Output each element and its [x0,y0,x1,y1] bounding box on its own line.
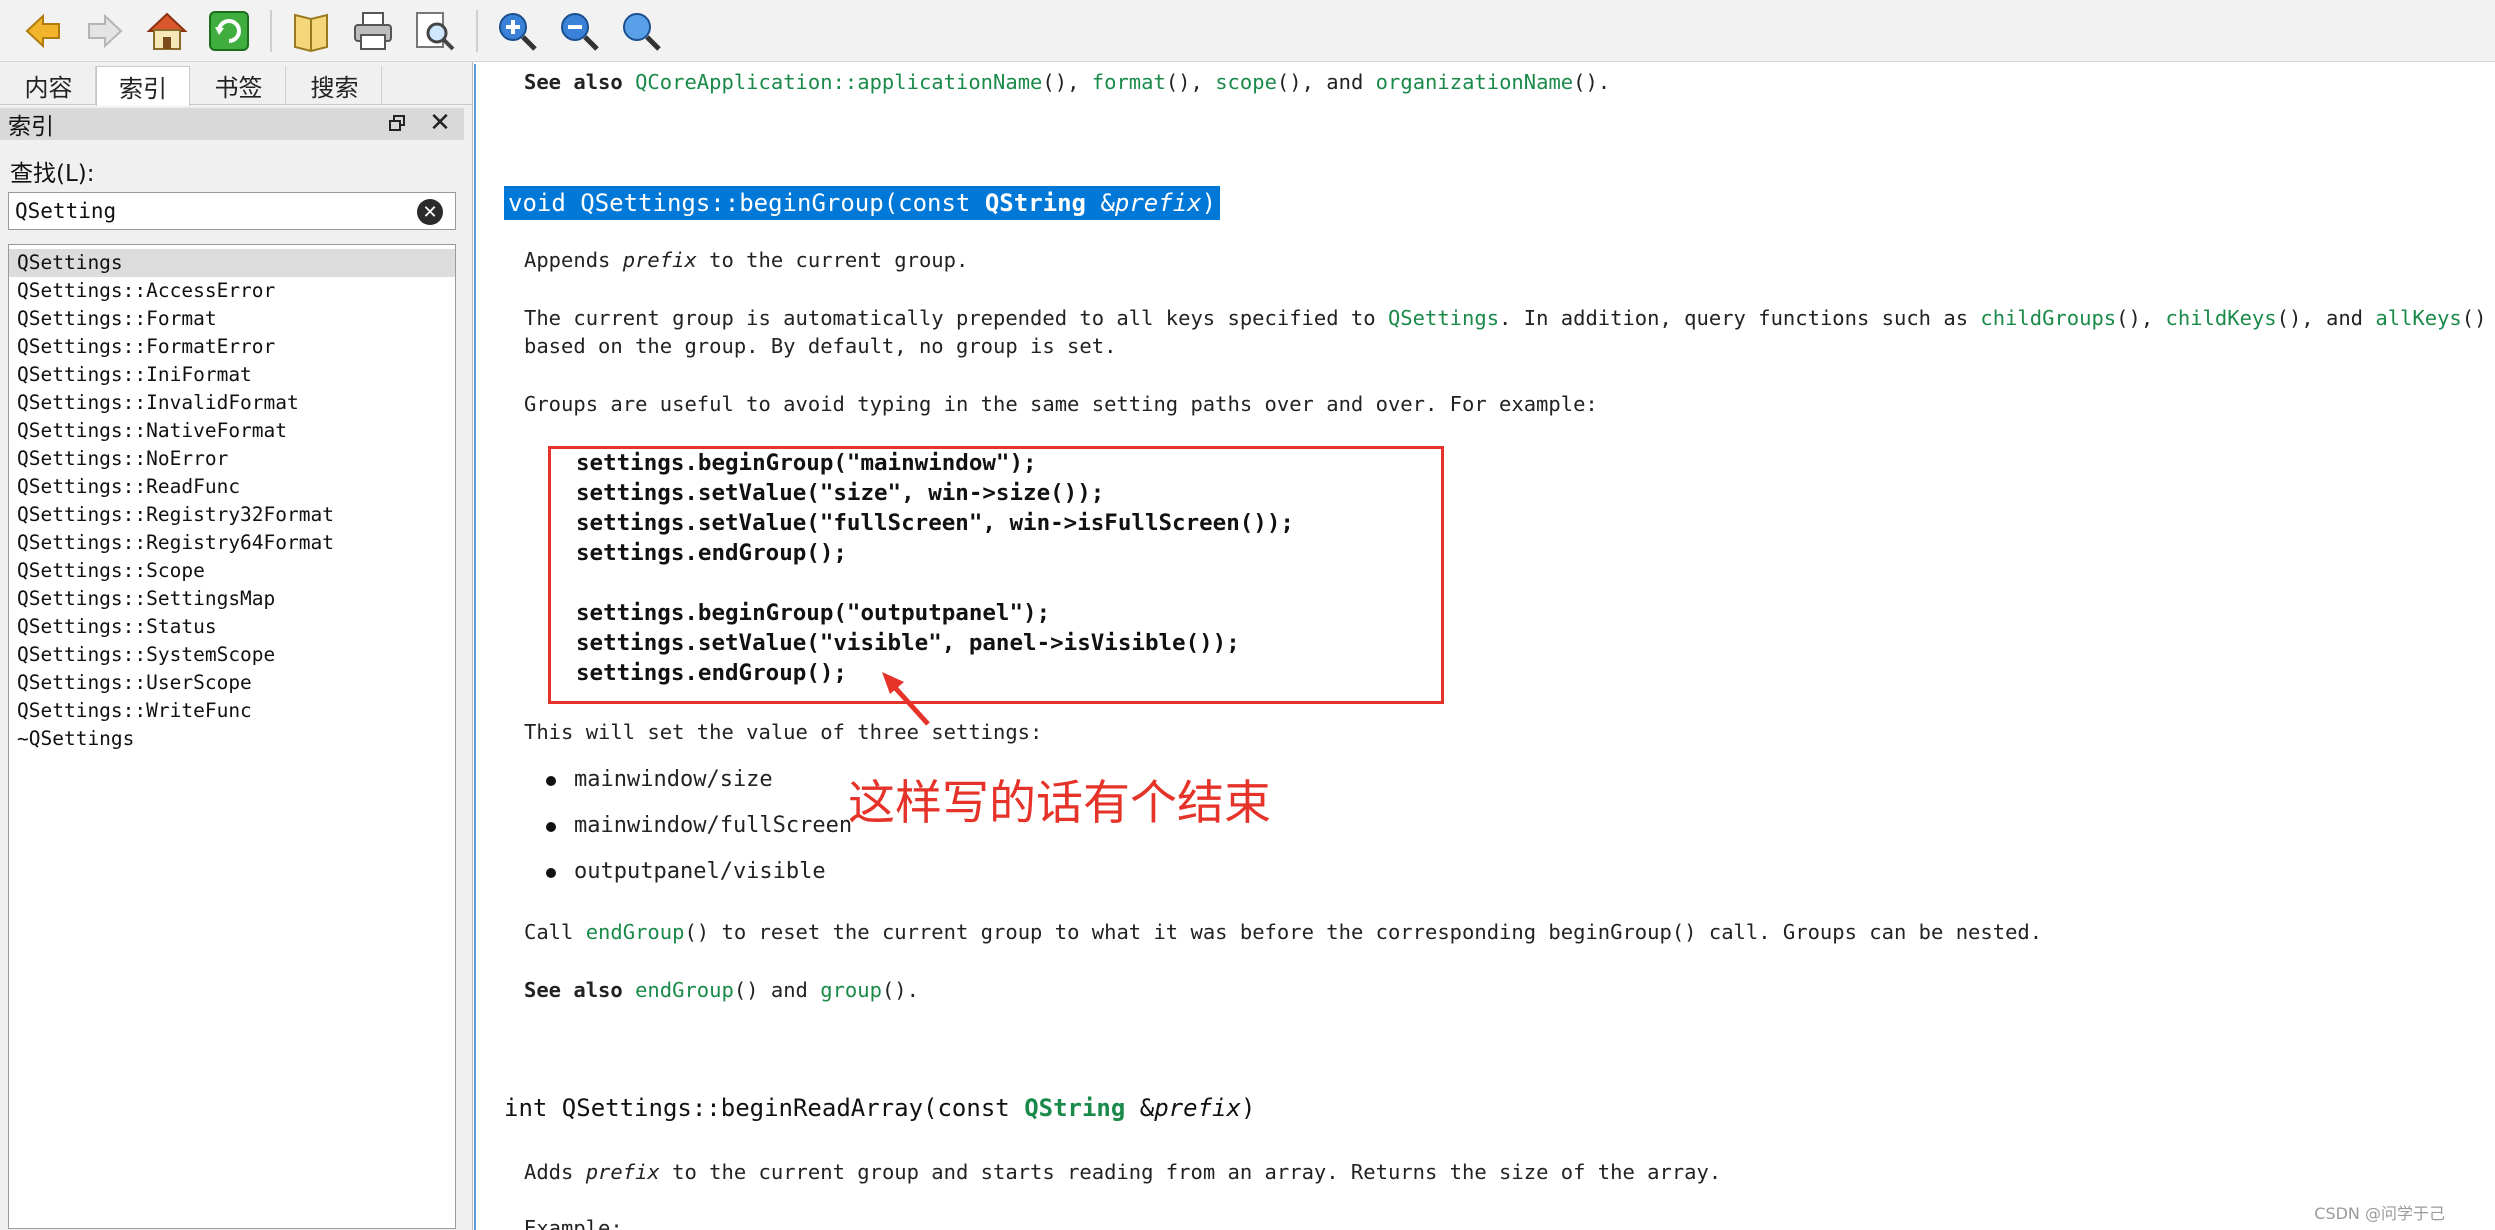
doc-viewer: See also QCoreApplication::applicationNa… [474,64,2495,1230]
list-item[interactable]: QSettings::UserScope [9,669,455,697]
link-format[interactable]: format [1092,70,1166,94]
link-childGroups[interactable]: childGroups [1980,306,2116,330]
code-line: settings.endGroup(); [576,540,847,566]
panel-header: 索引 ✕ [0,108,464,140]
see-also-line-2: See also endGroup() and group(). [524,978,919,1002]
index-list[interactable]: QSettings QSettings::AccessError QSettings… [8,244,456,1229]
bullet [546,868,556,878]
list-item[interactable]: ~QSettings [9,725,455,753]
link-qstring[interactable]: QString [1024,1094,1125,1122]
bullet-item: mainwindow/fullScreen [574,813,853,838]
list-item[interactable]: QSettings::WriteFunc [9,697,455,725]
find-label: 查找(L): [10,161,95,187]
link-organizationName[interactable]: organizationName [1376,70,1573,94]
list-item[interactable]: QSettings::Scope [9,557,455,585]
list-item[interactable]: QSettings::InvalidFormat [9,389,455,417]
forward-icon[interactable] [80,6,130,56]
adds-paragraph: Adds prefix to the current group and sta… [524,1160,1722,1184]
current-group-paragraph-line2: based on the group. By default, no group… [524,334,1117,358]
list-item[interactable]: QSettings::NoError [9,445,455,473]
list-item[interactable]: QSettings::Registry32Format [9,501,455,529]
current-group-paragraph: The current group is automatically prepe… [524,306,2495,330]
zoom-in-icon[interactable] [492,6,542,56]
list-item[interactable]: QSettings::SettingsMap [9,585,455,613]
search-input[interactable] [15,197,405,225]
bullet [546,822,556,832]
search-box: ✕ [8,192,456,230]
sync-icon[interactable] [204,6,254,56]
see-also-line: See also QCoreApplication::applicationNa… [524,70,1611,94]
splitter[interactable] [472,62,473,1230]
close-icon[interactable]: ✕ [428,110,452,136]
home-icon[interactable] [142,6,192,56]
list-item[interactable]: QSettings::Registry64Format [9,529,455,557]
list-item[interactable]: QSettings::SystemScope [9,641,455,669]
open-bookmark-icon[interactable] [286,6,336,56]
code-line: settings.setValue("fullScreen", win->isF… [576,510,1294,536]
list-item[interactable]: QSettings::AccessError [9,277,455,305]
zoom-reset-icon[interactable] [616,6,666,56]
link-endGroup-2[interactable]: endGroup [635,978,734,1002]
code-line: settings.setValue("size", win->size()); [576,480,1105,506]
list-item[interactable]: QSettings::NativeFormat [9,417,455,445]
link-group[interactable]: group [820,978,882,1002]
toolbar-separator [476,9,478,52]
list-item[interactable]: QSettings::ReadFunc [9,473,455,501]
tab-index[interactable]: 索引 [96,66,190,106]
link-qsettings[interactable]: QSettings [1388,306,1499,330]
bullet-item: mainwindow/size [574,767,773,792]
link-childKeys[interactable]: childKeys [2166,306,2277,330]
three-settings-paragraph: This will set the value of three setting… [524,720,1043,744]
bullet-item: outputpanel/visible [574,859,826,884]
panel-title: 索引 [8,114,54,140]
list-item[interactable]: QSettings::Status [9,613,455,641]
code-line: settings.endGroup(); [576,660,847,686]
tab-bookmarks[interactable]: 书签 [192,66,286,104]
list-item[interactable]: QSettings::IniFormat [9,361,455,389]
sidebar-tabs: 内容 索引 书签 搜索 [0,66,472,106]
toolbar-separator [270,9,272,52]
zoom-out-icon[interactable] [554,6,604,56]
watermark: CSDN @问学于己 [2314,1204,2445,1223]
float-icon[interactable] [386,112,408,134]
sidebar: 内容 索引 书签 搜索 索引 ✕ 查找(L): ✕ QSettingsQSett… [0,62,472,1230]
link-allKeys[interactable]: allKeys [2375,306,2461,330]
toolbar [0,0,2495,62]
function-heading-beginGroup: void QSettings::beginGroup(const QString… [504,186,1221,220]
print-icon[interactable] [348,6,398,56]
link-endGroup[interactable]: endGroup [586,920,685,944]
clear-search-icon[interactable]: ✕ [417,199,443,225]
code-line: settings.beginGroup("outputpanel"); [576,600,1051,626]
annotation-text: 这样写的话有个结束 [848,776,1271,831]
list-item[interactable]: QSettings::FormatError [9,333,455,361]
link-applicationName[interactable]: QCoreApplication::applicationName [635,70,1042,94]
link-scope[interactable]: scope [1215,70,1277,94]
code-line: settings.setValue("visible", panel->isVi… [576,630,1240,656]
call-endgroup-paragraph: Call endGroup() to reset the current gro… [524,920,2043,944]
append-paragraph: Appends prefix to the current group. [524,248,969,272]
function-heading-beginReadArray: int QSettings::beginReadArray(const QStr… [504,1094,1256,1122]
tab-search[interactable]: 搜索 [288,66,382,104]
bullet [546,776,556,786]
list-item[interactable]: QSettings [9,249,455,277]
list-item[interactable]: QSettings::Format [9,305,455,333]
code-line: settings.beginGroup("mainwindow"); [576,450,1037,476]
find-icon[interactable] [410,6,460,56]
example-label: Example: [524,1216,623,1230]
tab-contents[interactable]: 内容 [2,66,96,104]
groups-useful-paragraph: Groups are useful to avoid typing in the… [524,392,1598,416]
back-icon[interactable] [18,6,68,56]
